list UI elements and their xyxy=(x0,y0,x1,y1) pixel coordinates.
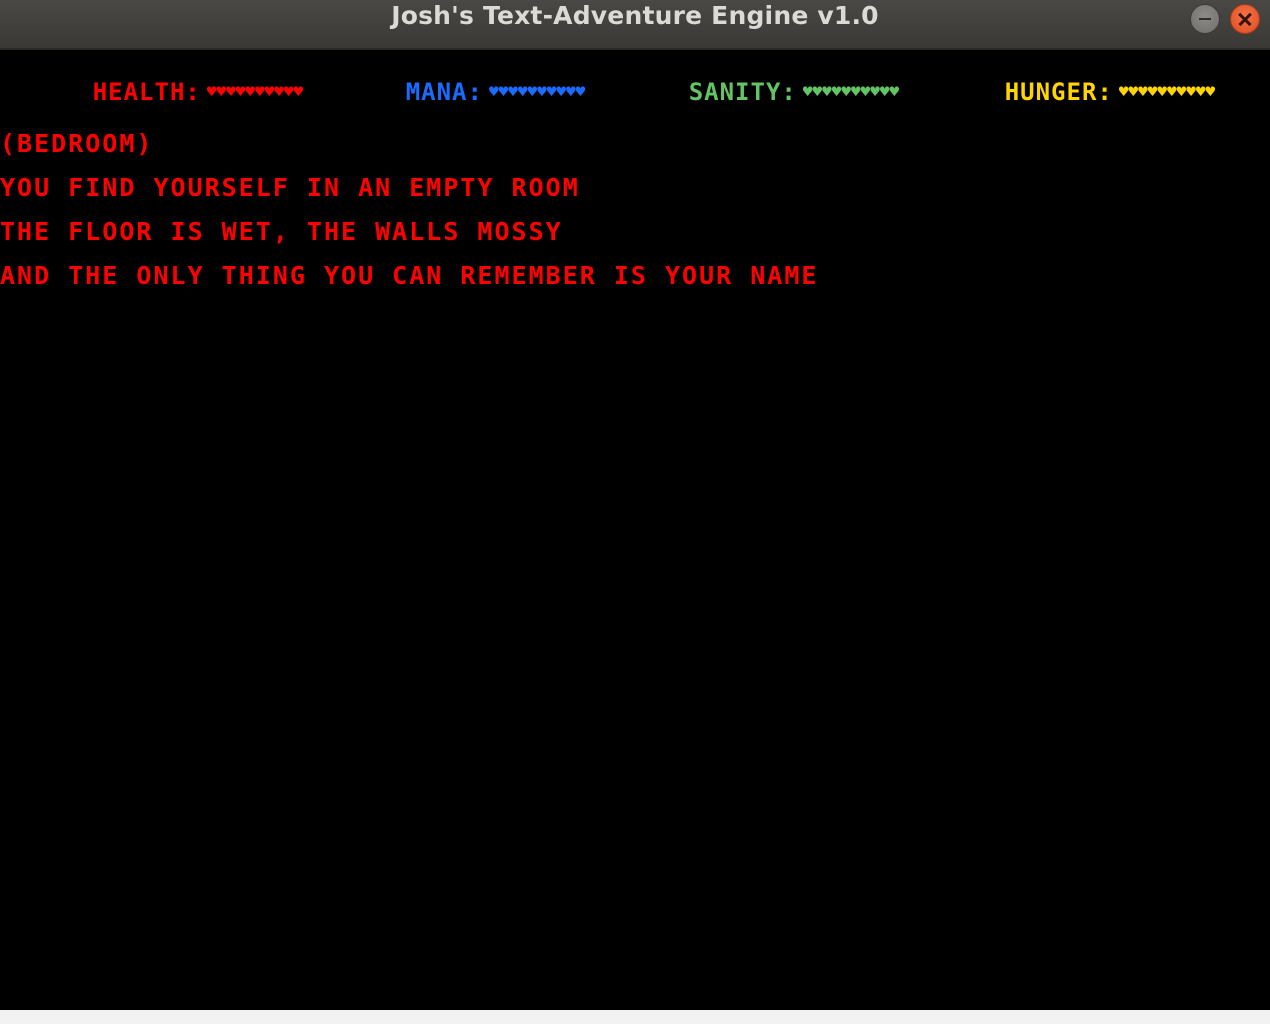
room-name: (BEDROOM) xyxy=(0,129,154,158)
mana-stat: MANA: ♥♥♥♥♥♥♥♥♥♥ xyxy=(313,50,586,106)
health-hearts-icon: ♥♥♥♥♥♥♥♥♥♥ xyxy=(206,82,304,101)
title-bar[interactable]: Josh's Text-Adventure Engine v1.0 xyxy=(0,0,1270,50)
sanity-stat: SANITY: ♥♥♥♥♥♥♥♥♥♥ xyxy=(596,50,899,106)
window-bottom-edge xyxy=(0,1010,1270,1024)
story-line: YOU FIND YOURSELF IN AN EMPTY ROOM xyxy=(0,173,580,202)
story-line: THE FLOOR IS WET, THE WALLS MOSSY xyxy=(0,217,563,246)
health-label: HEALTH: xyxy=(92,78,201,106)
game-screen[interactable]: HEALTH: ♥♥♥♥♥♥♥♥♥♥ MANA: ♥♥♥♥♥♥♥♥♥♥ SANITY… xyxy=(0,50,1270,1010)
hunger-stat: HUNGER: ♥♥♥♥♥♥♥♥♥♥ xyxy=(912,50,1215,106)
window-title: Josh's Text-Adventure Engine v1.0 xyxy=(391,1,879,30)
health-stat: HEALTH: ♥♥♥♥♥♥♥♥♥♥ xyxy=(0,50,303,106)
sanity-hearts-icon: ♥♥♥♥♥♥♥♥♥♥ xyxy=(802,82,900,101)
minimize-button[interactable] xyxy=(1190,4,1220,34)
mana-hearts-icon: ♥♥♥♥♥♥♥♥♥♥ xyxy=(488,82,586,101)
sanity-label: SANITY: xyxy=(688,78,797,106)
story-line: AND THE ONLY THING YOU CAN REMEMBER IS Y… xyxy=(0,261,819,290)
close-button[interactable] xyxy=(1230,4,1260,34)
hunger-hearts-icon: ♥♥♥♥♥♥♥♥♥♥ xyxy=(1118,82,1216,101)
mana-label: MANA: xyxy=(405,78,483,106)
game-window: Josh's Text-Adventure Engine v1.0 HEALTH… xyxy=(0,0,1270,1024)
hunger-label: HUNGER: xyxy=(1004,78,1113,106)
